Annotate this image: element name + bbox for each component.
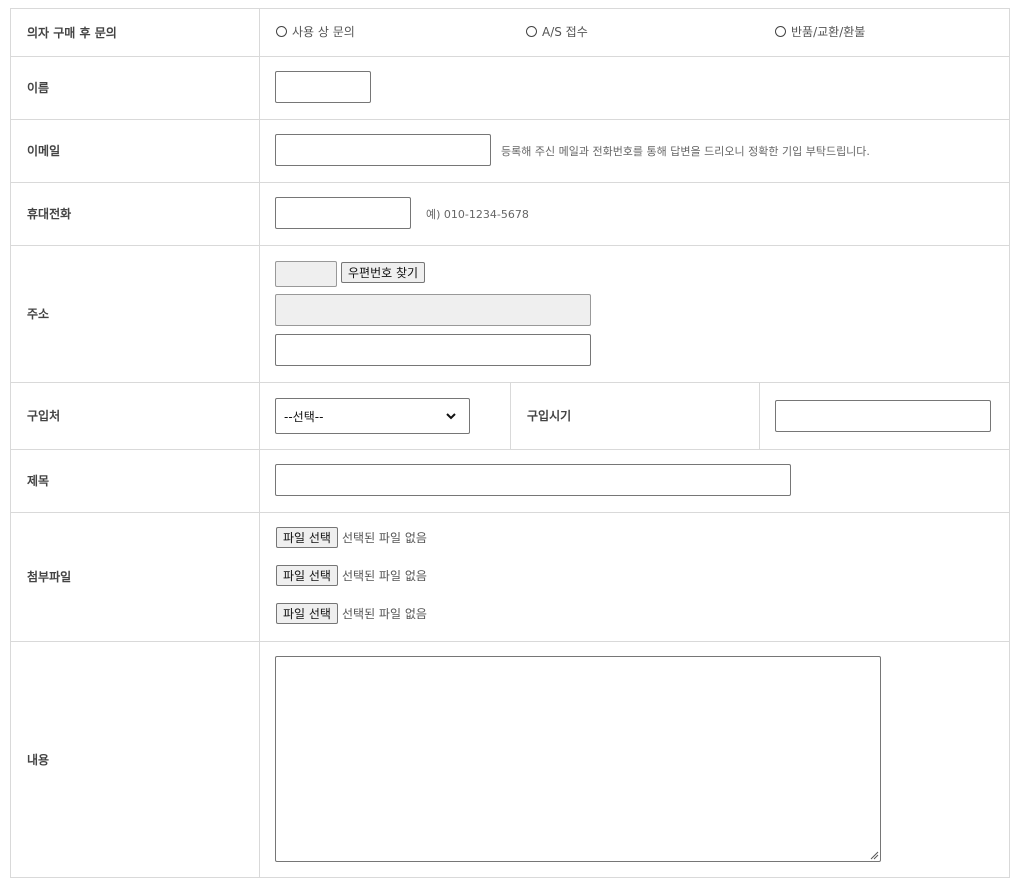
resize-grip-icon[interactable] [869, 850, 879, 860]
email-hint: 등록해 주신 메일과 전화번호를 통해 답변을 드리오니 정확한 기입 부탁드립… [501, 145, 870, 158]
name-input[interactable] [275, 71, 371, 103]
radio-as-label: A/S 접수 [542, 25, 588, 39]
purchase-place-label: 구입처 [11, 382, 260, 449]
name-label: 이름 [11, 56, 260, 119]
radio-circle-icon[interactable] [526, 26, 537, 37]
row-phone: 휴대전화 예) 010-1234-5678 [11, 182, 1009, 246]
chevron-down-icon [446, 413, 456, 420]
radio-usage-label: 사용 상 문의 [292, 25, 355, 39]
email-input[interactable] [275, 134, 491, 166]
file-upload-3: 파일 선택 선택된 파일 없음 [276, 603, 427, 624]
file-status: 선택된 파일 없음 [341, 607, 427, 621]
subject-input[interactable] [275, 464, 791, 496]
phone-input[interactable] [275, 197, 411, 229]
radio-circle-icon[interactable] [276, 26, 287, 37]
radio-circle-icon[interactable] [775, 26, 786, 37]
row-purchase: 구입처 --선택-- 구입시기 [11, 382, 1009, 450]
purchase-place-select[interactable]: --선택-- [275, 398, 470, 434]
row-subject: 제목 [11, 449, 1009, 513]
content-textarea[interactable] [275, 656, 881, 862]
find-zipcode-button[interactable]: 우편번호 찾기 [341, 262, 426, 283]
choose-file-button[interactable]: 파일 선택 [276, 527, 338, 548]
phone-hint: 예) 010-1234-5678 [426, 208, 529, 221]
address-detail-input[interactable] [275, 334, 591, 366]
row-name: 이름 [11, 56, 1009, 120]
choose-file-button[interactable]: 파일 선택 [276, 603, 338, 624]
purchase-place-selected: --선택-- [284, 409, 324, 424]
file-upload-2: 파일 선택 선택된 파일 없음 [276, 565, 427, 586]
row-email: 이메일 등록해 주신 메일과 전화번호를 통해 답변을 드리오니 정확한 기입 … [11, 119, 1009, 183]
choose-file-button[interactable]: 파일 선택 [276, 565, 338, 586]
inquiry-type-label: 의자 구매 후 문의 [11, 9, 260, 56]
address-label: 주소 [11, 245, 260, 382]
zipcode-input[interactable] [275, 261, 337, 287]
attachments-label: 첨부파일 [11, 512, 260, 641]
inquiry-type-options: 사용 상 문의 A/S 접수 반품/교환/환불 [260, 9, 1009, 56]
content-label: 내용 [11, 641, 260, 877]
purchase-date-input[interactable] [775, 400, 991, 432]
email-label: 이메일 [11, 119, 260, 182]
address-base-input[interactable] [275, 294, 591, 326]
purchase-date-label: 구입시기 [510, 382, 760, 449]
subject-label: 제목 [11, 449, 260, 512]
row-inquiry-type: 의자 구매 후 문의 사용 상 문의 A/S 접수 반품/교환/환불 [11, 9, 1009, 57]
file-status: 선택된 파일 없음 [341, 531, 427, 545]
inquiry-form-table: 의자 구매 후 문의 사용 상 문의 A/S 접수 반품/교환/환불 이름 이메… [10, 8, 1010, 878]
file-upload-1: 파일 선택 선택된 파일 없음 [276, 527, 427, 548]
radio-return-label: 반품/교환/환불 [791, 25, 866, 39]
file-status: 선택된 파일 없음 [341, 569, 427, 583]
radio-usage-inquiry[interactable]: 사용 상 문의 [276, 23, 355, 40]
row-content: 내용 [11, 641, 1009, 877]
radio-as-request[interactable]: A/S 접수 [526, 23, 588, 40]
row-address: 주소 우편번호 찾기 [11, 245, 1009, 383]
radio-return-exchange-refund[interactable]: 반품/교환/환불 [775, 23, 865, 40]
phone-label: 휴대전화 [11, 182, 260, 245]
row-attachments: 첨부파일 파일 선택 선택된 파일 없음 파일 선택 선택된 파일 없음 파일 … [11, 512, 1009, 642]
